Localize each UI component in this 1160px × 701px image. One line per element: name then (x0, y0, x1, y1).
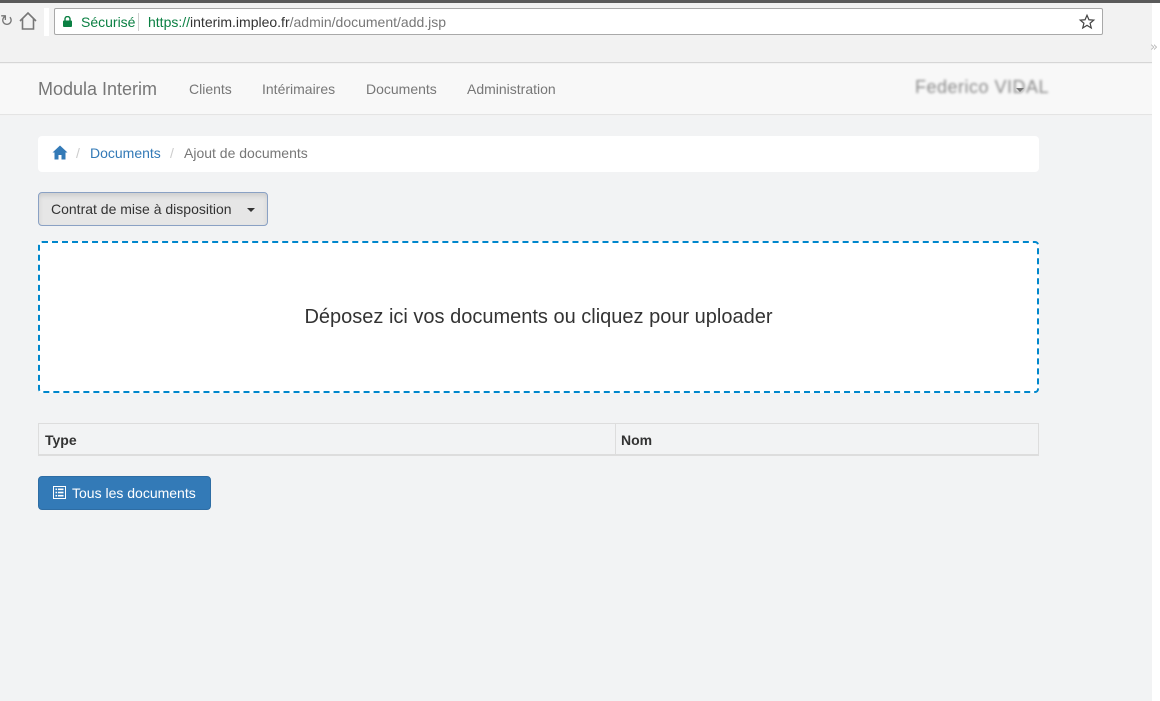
breadcrumb-separator: / (76, 145, 80, 161)
dropdown-selected-label: Contrat de mise à disposition (51, 201, 232, 217)
column-header-nom: Nom (621, 432, 653, 448)
url-path: /admin/document/add.jsp (289, 14, 447, 30)
url-scheme: https:// (148, 14, 191, 30)
lock-icon (63, 16, 72, 27)
nav-item-interimaires[interactable]: Intérimaires (262, 81, 335, 97)
brand-link[interactable]: Modula Interim (38, 79, 157, 100)
column-header-type: Type (45, 432, 77, 448)
caret-down-icon (247, 208, 255, 212)
secure-label: Sécurisé (81, 14, 136, 30)
home-icon[interactable] (16, 9, 40, 33)
breadcrumb-separator: / (170, 145, 174, 161)
more-chevron-icon[interactable]: » (1150, 40, 1158, 55)
document-type-dropdown[interactable]: Contrat de mise à disposition (38, 192, 268, 226)
list-icon (53, 486, 66, 499)
reload-icon[interactable]: ↻ (0, 10, 13, 32)
home-icon[interactable] (52, 145, 68, 160)
url-text[interactable]: https://interim.impleo.fr/admin/document… (148, 14, 446, 30)
all-documents-button[interactable]: Tous les documents (38, 476, 211, 510)
documents-table: Type Nom (38, 423, 1039, 456)
all-documents-label: Tous les documents (72, 485, 196, 501)
page-right-edge (1152, 63, 1160, 701)
breadcrumb: / Documents / Ajout de documents (38, 136, 1039, 172)
url-divider (138, 13, 139, 31)
url-host: interim.impleo.fr (190, 14, 290, 30)
browser-toolbar: ↻ Sécurisé https://interim.impleo.fr/adm… (0, 0, 1160, 63)
top-navbar: Modula Interim Clients Intérimaires Docu… (0, 64, 1152, 115)
column-divider (615, 424, 616, 455)
main-content: / Documents / Ajout de documents Contrat… (0, 116, 1152, 701)
file-dropzone[interactable]: Déposez ici vos documents ou cliquez pou… (38, 241, 1039, 393)
user-menu[interactable]: Federico VIDAL (915, 77, 1049, 98)
breadcrumb-documents-link[interactable]: Documents (90, 145, 161, 161)
address-bar[interactable]: Sécurisé https://interim.impleo.fr/admin… (54, 8, 1103, 35)
window-top-edge (0, 0, 1160, 3)
nav-item-documents[interactable]: Documents (366, 81, 437, 97)
dropzone-message: Déposez ici vos documents ou cliquez pou… (304, 306, 773, 328)
caret-down-icon[interactable] (1016, 88, 1024, 92)
breadcrumb-current: Ajout de documents (184, 145, 308, 161)
nav-item-clients[interactable]: Clients (189, 81, 232, 97)
bookmark-star-icon[interactable] (1078, 13, 1096, 31)
nav-item-administration[interactable]: Administration (467, 81, 556, 97)
toolbar-separator (44, 8, 49, 36)
